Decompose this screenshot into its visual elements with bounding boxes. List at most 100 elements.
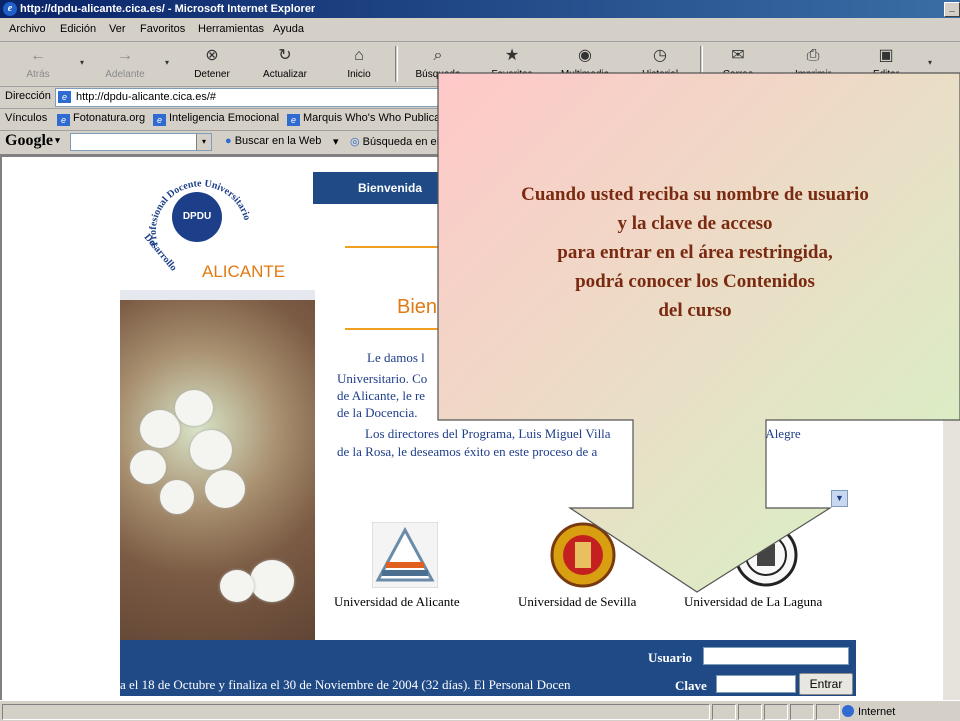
welcome-heading: Bien [397,296,438,318]
back-button[interactable]: ← Atrás [10,46,66,80]
status-text-cell [2,704,710,720]
left-strip [120,290,315,300]
menu-ayuda[interactable]: Ayuda [273,23,304,35]
orange-divider [345,246,445,248]
history-button[interactable]: ◷ Historial [632,46,688,80]
search-button[interactable]: ⌕ Búsqueda [410,46,466,80]
google-search-web-button[interactable]: ● Buscar en la Web [225,135,321,147]
university-label-la-laguna[interactable]: Universidad de La Laguna [684,594,822,610]
media-button[interactable]: ◉ Multimedia [557,46,613,80]
window-title: http://dpdu-alicante.cica.es/ - Microsof… [20,3,316,15]
welcome-text-line: de Alicante, le re [337,388,426,403]
links-bar: Vínculos e Fotonatura.org e Inteligencia E… [0,108,960,131]
favorites-button[interactable]: ★ Favoritos [484,46,540,80]
page-icon: e [57,114,70,126]
window-titlebar: e http://dpdu-alicante.cica.es/ - Micros… [0,0,960,18]
address-label: Dirección [5,90,51,102]
media-icon: ◉ [578,47,592,64]
links-label: Vínculos [5,112,48,124]
google-toolbar: Google ▾ ▾ ● Buscar en la Web ▾ ◎ Búsque… [0,130,960,155]
menu-archivo[interactable]: Archivo [9,23,46,35]
scrolling-news: a el 18 de Octubre y finaliza el 30 de N… [120,677,571,692]
status-cell [764,704,788,720]
nav-welcome[interactable]: Bienvenida [358,181,422,195]
callout-line: podrá conocer los Contenidos [575,271,815,292]
university-label-sevilla[interactable]: Universidad de Sevilla [518,594,636,610]
status-cell [738,704,762,720]
page-icon: e [153,114,166,126]
welcome-text-line: Los directores del Programa, Luis Miguel… [365,426,611,441]
callout-line: y la clave de acceso [617,213,773,234]
printer-icon: ⎙ [806,47,820,64]
favorites-icon: ★ [504,47,520,64]
callout-line: para entrar en el área restringida, [557,242,833,263]
edit-button[interactable]: ▣ Editar [858,46,914,80]
standard-toolbar: ← Atrás ▾ → Adelante ▾ ⊗ Detener ↻ Actua… [0,42,960,87]
edit-icon: ▣ [878,47,894,64]
security-zone: Internet [842,705,895,718]
welcome-text-line: de la Rosa, le deseamos éxito en este pr… [337,444,598,459]
link-marquis[interactable]: e Marquis Who's Who Publicati [287,112,446,126]
back-dropdown-icon[interactable]: ▾ [80,58,84,67]
edit-dropdown-icon[interactable]: ▾ [928,58,932,67]
link-inteligencia-emocional[interactable]: e Inteligencia Emocional [153,112,279,126]
mail-button[interactable]: ✉ Correo [710,46,766,80]
home-button[interactable]: ⌂ Inicio [331,46,387,80]
callout-line: del curso [658,300,732,321]
stop-icon: ⊗ [205,47,219,64]
toolbar-separator [700,46,703,82]
logo-badge: DPDU [172,192,222,242]
welcome-text-line: de la Docencia. [337,405,418,420]
home-icon: ⌂ [354,47,364,64]
welcome-text-line: Le damos l [367,350,425,365]
forward-button[interactable]: → Adelante [97,46,153,80]
address-bar: Dirección e http://dpdu-alicante.cica.es… [0,86,960,109]
login-submit-button[interactable]: Entrar [799,673,853,695]
stop-button[interactable]: ⊗ Detener [184,46,240,80]
callout-line: Cuando usted reciba su nombre de usuario [521,184,869,205]
search-icon: ⌕ [433,47,443,64]
google-search-input[interactable]: ▾ [70,133,212,151]
password-input[interactable] [716,675,796,693]
link-fotonatura[interactable]: e Fotonatura.org [57,112,145,126]
la-laguna-university-seal [734,523,798,587]
forward-dropdown-icon[interactable]: ▾ [165,58,169,67]
refresh-icon: ↻ [278,47,292,64]
refresh-button[interactable]: ↻ Actualizar [257,46,313,80]
orange-divider [345,328,445,330]
menu-favoritos[interactable]: Favoritos [140,23,185,35]
address-input[interactable]: e http://dpdu-alicante.cica.es/# [55,88,447,107]
globe-icon [842,705,854,717]
status-bar: Internet [0,700,960,721]
print-button[interactable]: ⎙ Imprimir [785,46,841,80]
ie-icon: e [3,2,17,16]
google-logo[interactable]: Google ▾ [5,132,60,150]
cherry-blossom-photo [120,300,315,668]
menu-edicion[interactable]: Edición [60,23,96,35]
menu-bar: Archivo Edición Ver Favoritos Herramient… [0,19,960,42]
search-icon: ● [225,135,235,147]
scroll-down-icon[interactable]: ▼ [831,490,848,507]
minimize-button[interactable]: _ [944,2,960,17]
history-icon: ◷ [653,47,667,64]
search-site-icon: ◎ [350,136,363,148]
status-cell [712,704,736,720]
chevron-down-icon[interactable]: ▾ [196,134,211,150]
toolbar-separator [395,46,398,82]
username-input[interactable] [703,647,849,665]
chevron-down-icon[interactable]: ▾ [333,135,339,148]
welcome-text-line: a Alegre [757,426,801,441]
chevron-down-icon: ▾ [53,135,60,145]
page-icon: e [287,114,300,126]
welcome-text-line: Universitario. Co [337,371,428,386]
university-label-alicante[interactable]: Universidad de Alicante [334,594,460,610]
status-cell [816,704,840,720]
password-label: Clave [675,678,707,693]
sevilla-university-seal [550,522,616,588]
google-search-site-button[interactable]: ◎ Búsqueda en el [350,135,439,148]
menu-herramientas[interactable]: Herramientas [198,23,264,35]
menu-ver[interactable]: Ver [109,23,126,35]
logo-city: ALICANTE [202,262,286,281]
mail-icon: ✉ [731,47,745,64]
address-url: http://dpdu-alicante.cica.es/# [76,91,217,103]
